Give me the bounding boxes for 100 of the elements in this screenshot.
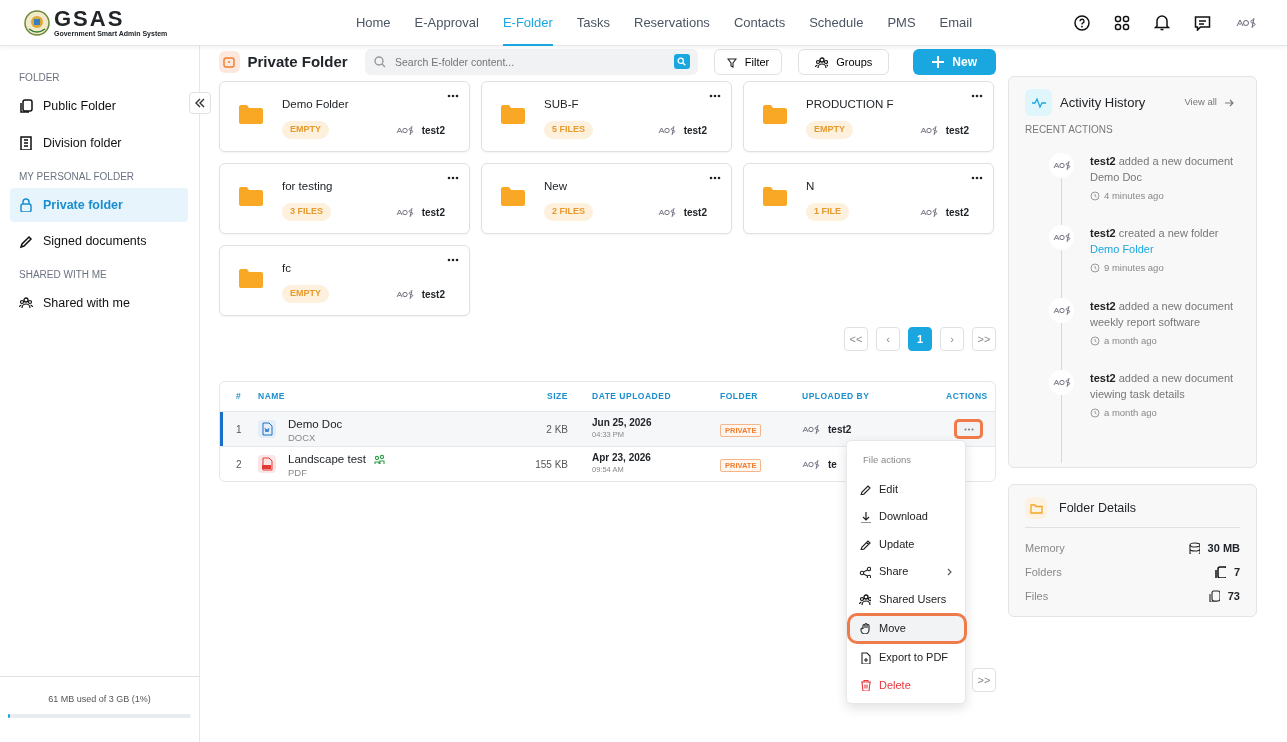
- section-label: RECENT ACTIONS: [1025, 123, 1114, 137]
- folder-icon: [762, 104, 788, 125]
- folder-card[interactable]: N 1 FILE test2: [743, 163, 994, 234]
- menu-item[interactable]: Move: [850, 615, 964, 641]
- more-options-icon[interactable]: [447, 176, 459, 180]
- first-page-button[interactable]: <<: [844, 327, 868, 351]
- filter-button[interactable]: Filter: [713, 49, 783, 75]
- activity-text: test2 added a new document weekly report software: [1090, 298, 1235, 330]
- next-page-button[interactable]: ›: [940, 327, 964, 351]
- user-avatar-icon[interactable]: [1235, 16, 1257, 29]
- folder-card[interactable]: for testing 3 FILES test2: [219, 163, 470, 234]
- activity-pulse-icon: [1025, 89, 1052, 116]
- notification-bell-icon[interactable]: [1154, 14, 1170, 31]
- menu-item[interactable]: Share: [847, 557, 965, 586]
- section-label: SHARED WITH ME: [18, 268, 108, 282]
- activity-time: a month ago: [1104, 405, 1157, 420]
- menu-item[interactable]: Download: [847, 502, 965, 531]
- nav-link[interactable]: Home: [355, 0, 391, 47]
- chat-icon[interactable]: [1194, 14, 1211, 31]
- menu-item[interactable]: Update: [847, 530, 965, 558]
- sidebar-item[interactable]: Signed documents: [10, 224, 188, 259]
- clock-icon: [1090, 407, 1100, 418]
- hand-icon: [859, 622, 871, 635]
- more-options-icon: [963, 427, 974, 431]
- more-options-icon[interactable]: [447, 258, 459, 262]
- users-icon: [815, 55, 829, 69]
- nav-link[interactable]: PMS: [887, 0, 916, 47]
- activity-text: test2 added a new document viewing task details: [1090, 370, 1235, 402]
- avatar-icon: [919, 124, 938, 136]
- previous-page-button[interactable]: ‹: [876, 327, 900, 351]
- more-options-icon[interactable]: [971, 176, 983, 180]
- detail-label: Folders: [1025, 564, 1062, 580]
- users-icon: [19, 296, 33, 311]
- avatar-icon: [395, 124, 414, 136]
- more-options-icon[interactable]: [709, 94, 721, 98]
- files-icon: [1207, 590, 1220, 602]
- page-title: Private Folder: [247, 51, 349, 72]
- uploader-name: test2: [828, 422, 852, 437]
- activity-text: test2 created a new folder Demo Folder: [1090, 226, 1220, 258]
- actions-button[interactable]: [954, 419, 983, 439]
- view-all-link[interactable]: View all: [1184, 95, 1234, 110]
- folder-name: N: [806, 179, 815, 194]
- more-options-icon[interactable]: [971, 94, 983, 98]
- arrow-right-icon: [1225, 98, 1234, 107]
- menu-item[interactable]: Shared Users: [847, 585, 965, 613]
- owner-name: test2: [421, 287, 445, 302]
- nav-link[interactable]: Reservations: [634, 0, 710, 47]
- collapse-sidebar-button[interactable]: [189, 92, 211, 114]
- last-page-button[interactable]: >>: [972, 327, 996, 351]
- more-options-icon[interactable]: [709, 176, 721, 180]
- column-header: NAME: [258, 390, 287, 403]
- row-number: 1: [235, 422, 243, 437]
- column-header: DATE UPLOADED: [592, 390, 673, 403]
- folder-card[interactable]: PRODUCTION F EMPTY test2: [743, 81, 994, 152]
- folder-icon: [762, 186, 788, 207]
- activity-text: test2 added a new document Demo Doc: [1090, 154, 1235, 185]
- detail-label: Files: [1025, 588, 1049, 604]
- nav-link[interactable]: Contacts: [733, 0, 786, 47]
- file-size: 155 KB: [534, 457, 569, 472]
- owner-name: test2: [421, 123, 445, 138]
- detail-label: Memory: [1025, 540, 1065, 556]
- apps-grid-icon[interactable]: [1114, 14, 1130, 31]
- uploader-name: te: [828, 457, 837, 472]
- word-file-icon: [258, 420, 276, 438]
- help-icon[interactable]: [1074, 14, 1090, 31]
- groups-button[interactable]: Groups: [798, 49, 890, 75]
- nav-link[interactable]: Email: [939, 0, 973, 47]
- avatar-icon: [802, 423, 820, 435]
- more-options-icon[interactable]: [447, 94, 459, 98]
- lock-icon: [19, 197, 33, 212]
- menu-item[interactable]: Delete: [847, 671, 965, 699]
- pen-icon: [19, 234, 33, 249]
- nav-link[interactable]: Tasks: [576, 0, 610, 47]
- last-page-button[interactable]: >>: [972, 668, 996, 692]
- search-field[interactable]: Search E-folder content...: [365, 49, 698, 75]
- plus-icon: [932, 56, 945, 68]
- sidebar-item[interactable]: Shared with me: [10, 286, 188, 321]
- folder-card[interactable]: fc EMPTY test2: [219, 245, 470, 316]
- storage-usage-text: 61 MB used of 3 GB (1%): [47, 692, 152, 706]
- owner-name: test2: [421, 205, 445, 220]
- folder-card[interactable]: SUB-F 5 FILES test2: [481, 81, 732, 152]
- clock-icon: [1090, 263, 1100, 274]
- folder-lock-icon: [219, 51, 240, 73]
- search-icon: [374, 56, 387, 68]
- column-header: UPLOADED BY: [802, 390, 871, 403]
- folder-icon: [500, 186, 526, 207]
- avatar-icon: [395, 206, 414, 218]
- owner-name: test2: [683, 205, 707, 220]
- nav-link[interactable]: E-Approval: [414, 0, 479, 47]
- folder-card[interactable]: New 2 FILES test2: [481, 163, 732, 234]
- building-icon: [19, 136, 33, 151]
- sidebar-item[interactable]: Division folder: [10, 125, 188, 161]
- nav-link[interactable]: Schedule: [809, 0, 864, 47]
- avatar-icon: [802, 458, 820, 470]
- edit-icon: [859, 483, 871, 495]
- file-size: 2 KB: [545, 422, 569, 437]
- menu-item[interactable]: Export to PDF: [847, 643, 965, 672]
- sidebar-item[interactable]: Public Folder: [10, 89, 188, 124]
- folder-card[interactable]: Demo Folder EMPTY test2: [219, 81, 470, 152]
- database-icon: [1187, 542, 1200, 554]
